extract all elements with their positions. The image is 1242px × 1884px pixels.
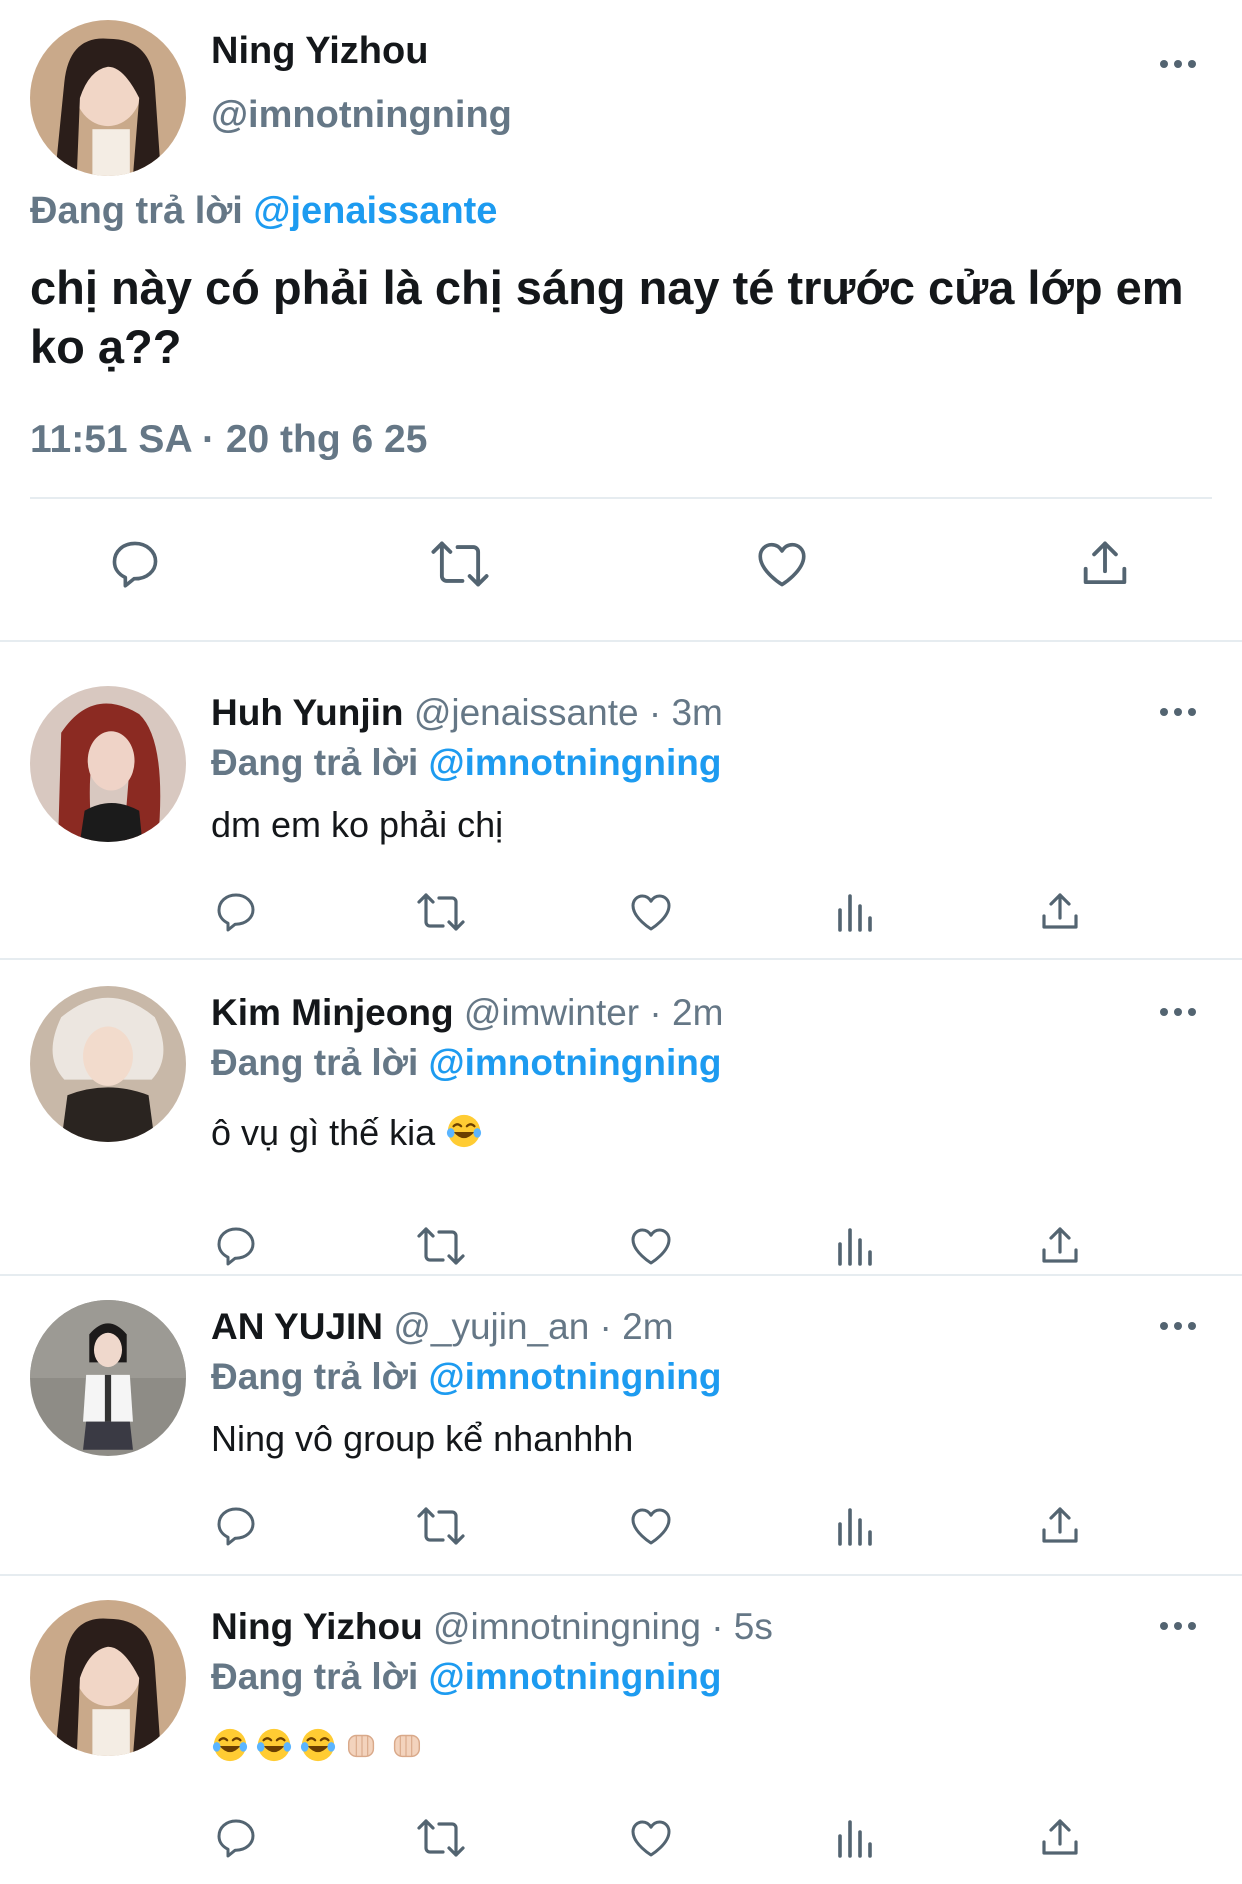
reply-actions xyxy=(0,1814,1242,1864)
reply-icon[interactable] xyxy=(212,1502,260,1550)
reply-meta[interactable]: @_yujin_an · 2m xyxy=(393,1306,673,1347)
replying-mention[interactable]: @imnotningning xyxy=(429,1042,722,1083)
reply-header: AN YUJIN @_yujin_an · 2m xyxy=(211,1306,674,1348)
fist-bump-emoji xyxy=(343,1726,381,1773)
tweet-text: chị này có phải là chị sáng nay té trước… xyxy=(30,261,1184,373)
like-icon[interactable] xyxy=(626,1814,676,1862)
reply-header: Ning Yizhou @imnotningning · 5s xyxy=(211,1606,773,1648)
replying-to: Đang trả lời @imnotningning xyxy=(211,1356,721,1398)
share-icon[interactable] xyxy=(1036,1502,1084,1550)
reply-text: dm em ko phải chị xyxy=(211,804,504,845)
replying-prefix: Đang trả lời xyxy=(211,742,419,783)
replying-mention[interactable]: @jenaissante xyxy=(253,190,497,232)
views-icon[interactable] xyxy=(832,1814,880,1862)
reply-icon[interactable] xyxy=(212,888,260,936)
more-icon[interactable] xyxy=(1158,58,1198,70)
avatar[interactable] xyxy=(30,1300,186,1456)
reply-meta[interactable]: @imwinter · 2m xyxy=(464,992,724,1033)
views-icon[interactable] xyxy=(832,888,880,936)
avatar[interactable] xyxy=(30,1600,186,1756)
more-icon[interactable] xyxy=(1158,1620,1198,1632)
reply-text-line: ô vụ gì thế kia xyxy=(211,1112,489,1159)
views-icon[interactable] xyxy=(832,1222,880,1270)
retweet-icon[interactable] xyxy=(414,888,468,936)
views-icon[interactable] xyxy=(832,1502,880,1550)
tweet-timestamp: 11:51 SA · 20 thg 6 25 xyxy=(30,418,428,461)
reply-text: Ning vô group kể nhanhhh xyxy=(211,1418,634,1459)
laughing-emoji xyxy=(211,1726,249,1773)
replying-prefix: Đang trả lời xyxy=(211,1356,419,1397)
reply-author-name[interactable]: Kim Minjeong xyxy=(211,992,454,1033)
like-icon[interactable] xyxy=(626,1502,676,1550)
more-icon[interactable] xyxy=(1158,1006,1198,1018)
more-icon[interactable] xyxy=(1158,706,1198,718)
avatar[interactable] xyxy=(30,686,186,842)
share-icon[interactable] xyxy=(1076,535,1134,593)
replying-to: Đang trả lời @imnotningning xyxy=(211,742,721,784)
replying-mention[interactable]: @imnotningning xyxy=(429,742,722,783)
reply-actions xyxy=(0,888,1242,938)
fist-bump-emoji xyxy=(387,1726,425,1773)
main-tweet: Ning Yizhou @imnotningning Đang trả lời … xyxy=(0,0,1242,642)
share-icon[interactable] xyxy=(1036,1222,1084,1270)
divider xyxy=(30,497,1212,499)
avatar[interactable] xyxy=(30,986,186,1142)
replying-prefix: Đang trả lời xyxy=(211,1042,419,1083)
share-icon[interactable] xyxy=(1036,1814,1084,1862)
retweet-icon[interactable] xyxy=(414,1222,468,1270)
reply-text: ô vụ gì thế kia xyxy=(211,1112,436,1154)
reply-actions xyxy=(0,1502,1242,1552)
author-name[interactable]: Ning Yizhou xyxy=(211,30,428,73)
retweet-icon[interactable] xyxy=(414,1502,468,1550)
retweet-icon[interactable] xyxy=(428,535,492,593)
tweet-actions xyxy=(0,535,1242,605)
replying-mention[interactable]: @imnotningning xyxy=(429,1656,722,1697)
like-icon[interactable] xyxy=(752,535,812,593)
reply-emoji-line xyxy=(211,1726,431,1773)
like-icon[interactable] xyxy=(626,1222,676,1270)
reply-tweet[interactable]: Ning Yizhou @imnotningning · 5s Đang trả… xyxy=(0,1576,1242,1884)
reply-icon[interactable] xyxy=(212,1222,260,1270)
reply-icon[interactable] xyxy=(106,535,164,593)
more-icon[interactable] xyxy=(1158,1320,1198,1332)
reply-tweet[interactable]: Huh Yunjin @jenaissante · 3m Đang trả lờ… xyxy=(0,644,1242,960)
replying-prefix: Đang trả lời xyxy=(30,190,243,232)
replying-to: Đang trả lời @jenaissante xyxy=(30,190,497,233)
like-icon[interactable] xyxy=(626,888,676,936)
retweet-icon[interactable] xyxy=(414,1814,468,1862)
replying-to: Đang trả lời @imnotningning xyxy=(211,1042,721,1084)
reply-author-name[interactable]: AN YUJIN xyxy=(211,1306,383,1347)
replying-prefix: Đang trả lời xyxy=(211,1656,419,1697)
replying-to: Đang trả lời @imnotningning xyxy=(211,1656,721,1698)
reply-header: Huh Yunjin @jenaissante · 3m xyxy=(211,692,723,734)
laughing-emoji xyxy=(299,1726,337,1773)
avatar[interactable] xyxy=(30,20,186,176)
reply-tweet[interactable]: AN YUJIN @_yujin_an · 2m Đang trả lời @i… xyxy=(0,1276,1242,1576)
reply-author-name[interactable]: Ning Yizhou xyxy=(211,1606,423,1647)
share-icon[interactable] xyxy=(1036,888,1084,936)
reply-meta[interactable]: @imnotningning · 5s xyxy=(433,1606,773,1647)
laughing-emoji xyxy=(445,1112,483,1159)
replying-mention[interactable]: @imnotningning xyxy=(429,1356,722,1397)
reply-icon[interactable] xyxy=(212,1814,260,1862)
reply-header: Kim Minjeong @imwinter · 2m xyxy=(211,992,723,1034)
author-handle[interactable]: @imnotningning xyxy=(211,94,512,137)
reply-tweet[interactable]: Kim Minjeong @imwinter · 2m Đang trả lời… xyxy=(0,960,1242,1276)
reply-meta[interactable]: @jenaissante · 3m xyxy=(414,692,723,733)
reply-author-name[interactable]: Huh Yunjin xyxy=(211,692,404,733)
reply-actions xyxy=(0,1222,1242,1272)
laughing-emoji xyxy=(255,1726,293,1773)
